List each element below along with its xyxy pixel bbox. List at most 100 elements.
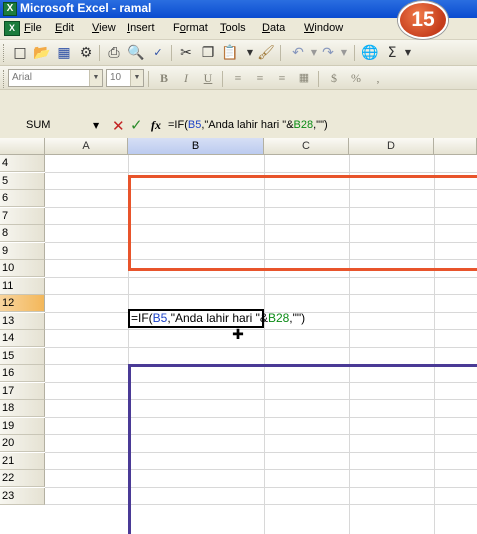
cancel-icon[interactable]: ✕ [112,117,125,135]
save-icon[interactable]: ▦ [54,43,74,63]
formatting-toolbar: Arial ▼ 10 ▼ B I U ≡ ≡ ≡ ▦ $ % , [0,66,477,90]
underline-button[interactable]: U [198,69,218,87]
formula-input[interactable]: =IF(B5,"Anda lahir hari "&B28,"") [168,119,328,131]
redo-dropdown-icon[interactable]: ▼ [334,43,354,63]
worksheet-grid[interactable]: ABCD 4 5 6 7 8 9 10 11 12 13 14 15 16 17 18 19 20 21 22 23 … [0,138,477,534]
font-size-select[interactable]: 10 ▼ [106,69,144,87]
cell-formula-suffix: ,"") [289,311,306,325]
cell-ref-b5: B5 [152,311,168,325]
formula-middle: ,"Anda lahir hari "& [201,119,294,131]
formula-ref-b28: B28 [293,119,314,131]
cell-ref-b28: B28 [267,311,290,325]
row-header-21[interactable]: 21 [0,452,45,470]
permission-icon[interactable]: ⚙ [76,43,96,63]
chevron-down-icon[interactable]: ▼ [89,70,102,86]
cell-formula-middle: ,"Anda lahir hari "& [167,311,268,325]
column-header-a[interactable]: A [45,138,128,155]
enter-icon[interactable]: ✓ [130,116,143,134]
row-header-16[interactable]: 16 [0,365,45,382]
insert-function-icon[interactable]: fx [151,118,161,133]
menu-insert[interactable]: Insert [127,22,155,34]
menu-data[interactable]: Data [262,22,285,34]
comma-button[interactable]: , [368,69,388,87]
cell-edit-text[interactable]: =IF(B5,"Anda lahir hari "&B28,"") [131,311,305,325]
column-header-b[interactable]: B [128,138,264,155]
row-gridline [45,329,477,330]
toolbar-separator [171,45,172,61]
formula-ref-b5: B5 [187,119,202,131]
highlight-rows-5-9 [128,175,477,271]
name-box[interactable]: SUM [26,119,50,131]
chevron-down-icon[interactable]: ▼ [130,70,143,86]
standard-toolbar: □ 📂 ▦ ⚙ ⎙ 🔍 ✓ ✂ ❐ 📋 ▼ 🖌 ↶ ▼ ↷ ▼ 🌐 Σ ▼ [0,40,477,66]
percent-button[interactable]: % [346,69,366,87]
row-header-7[interactable]: 7 [0,207,45,225]
paste-icon[interactable]: 📋 [220,43,240,63]
row-header-20[interactable]: 20 [0,435,45,452]
column-header-c[interactable]: C [264,138,349,155]
spelling-icon[interactable]: ✓ [148,43,168,63]
row-header-15[interactable]: 15 [0,347,45,365]
formula-prefix: =IF( [168,119,188,131]
cell-formula-prefix: =IF( [131,311,153,325]
toolbar-separator [222,71,223,87]
toolbar-separator [318,71,319,87]
row-header-10[interactable]: 10 [0,260,45,277]
autosum-dropdown-icon[interactable]: ▼ [398,43,418,63]
row-header-13[interactable]: 13 [0,312,45,330]
toolbar-separator [148,71,149,87]
select-all-corner[interactable] [0,138,45,155]
cell-cursor-icon: ✚ [232,327,244,343]
column-header-e[interactable] [434,138,477,155]
italic-button[interactable]: I [176,69,196,87]
align-left-icon[interactable]: ≡ [228,69,248,87]
toolbar-separator [280,45,281,61]
row-header-18[interactable]: 18 [0,400,45,417]
row-header-5[interactable]: 5 [0,172,45,190]
step-badge: 15 [398,1,448,39]
column-header-d[interactable]: D [349,138,434,155]
highlight-rows-15-23 [128,364,477,534]
cut-icon[interactable]: ✂ [176,43,196,63]
menu-file[interactable]: File [24,22,42,34]
row-gridline [45,171,477,173]
toolbar-grip[interactable] [3,44,6,62]
row-header-8[interactable]: 8 [0,225,45,242]
row-header-23[interactable]: 23 [0,487,45,505]
toolbar-separator [99,45,100,61]
bold-button[interactable]: B [154,69,174,87]
row-header-22[interactable]: 22 [0,470,45,487]
row-header-12[interactable]: 12 [0,295,45,312]
menu-tools[interactable]: Tools [220,22,246,34]
chevron-down-icon[interactable]: ▼ [93,121,99,130]
align-right-icon[interactable]: ≡ [272,69,292,87]
row-header-19[interactable]: 19 [0,417,45,435]
currency-button[interactable]: $ [324,69,344,87]
font-name-select[interactable]: Arial ▼ [8,69,103,87]
hyperlink-icon[interactable]: 🌐 [360,43,380,63]
row-header-9[interactable]: 9 [0,242,45,260]
print-icon[interactable]: ⎙ [104,43,124,63]
window-title: Microsoft Excel - ramal [20,1,152,15]
copy-icon[interactable]: ❐ [198,43,218,63]
new-icon[interactable]: □ [10,43,30,63]
toolbar-grip[interactable] [3,70,6,88]
toolbar-separator [354,45,355,61]
merge-center-icon[interactable]: ▦ [294,69,314,87]
format-painter-icon[interactable]: 🖌 [256,43,276,63]
menu-view[interactable]: View [92,22,116,34]
align-center-icon[interactable]: ≡ [250,69,270,87]
row-header-11[interactable]: 11 [0,277,45,295]
menu-window[interactable]: Window [304,22,343,34]
menu-edit[interactable]: Edit [55,22,74,34]
row-header-4[interactable]: 4 [0,155,45,172]
row-header-17[interactable]: 17 [0,382,45,400]
row-header-6[interactable]: 6 [0,190,45,207]
menu-format[interactable]: Format [173,22,208,34]
open-icon[interactable]: 📂 [32,43,52,63]
formula-bar: SUM ▼ ✕ ✓ fx =IF(B5,"Anda lahir hari "&B… [0,90,477,138]
row-header-14[interactable]: 14 [0,330,45,347]
excel-icon[interactable]: X [3,2,17,16]
workbook-icon[interactable]: X [4,21,20,36]
print-preview-icon[interactable]: 🔍 [126,43,146,63]
